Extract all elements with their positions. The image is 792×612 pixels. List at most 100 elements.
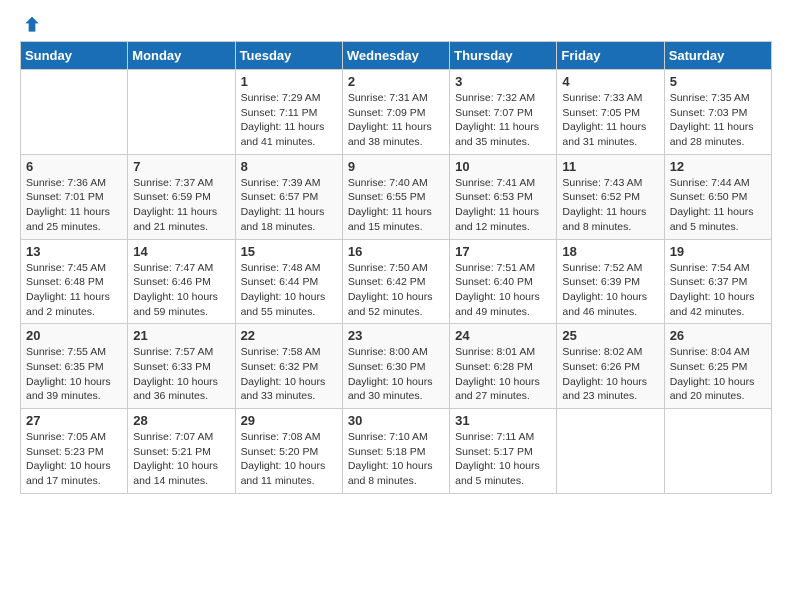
day-number: 28 [133, 413, 229, 428]
calendar-cell: 26 Sunrise: 8:04 AMSunset: 6:25 PMDayligh… [664, 324, 771, 409]
day-info: Sunrise: 7:07 AMSunset: 5:21 PMDaylight:… [133, 430, 229, 489]
day-number: 4 [562, 74, 658, 89]
calendar-cell: 27 Sunrise: 7:05 AMSunset: 5:23 PMDayligh… [21, 409, 128, 494]
day-info: Sunrise: 7:52 AMSunset: 6:39 PMDaylight:… [562, 261, 658, 320]
day-info: Sunrise: 7:50 AMSunset: 6:42 PMDaylight:… [348, 261, 444, 320]
day-info: Sunrise: 7:44 AMSunset: 6:50 PMDaylight:… [670, 176, 766, 235]
day-info: Sunrise: 7:29 AMSunset: 7:11 PMDaylight:… [241, 91, 337, 150]
day-info: Sunrise: 7:31 AMSunset: 7:09 PMDaylight:… [348, 91, 444, 150]
day-number: 12 [670, 159, 766, 174]
day-info: Sunrise: 7:45 AMSunset: 6:48 PMDaylight:… [26, 261, 122, 320]
day-number: 30 [348, 413, 444, 428]
calendar-cell: 9 Sunrise: 7:40 AMSunset: 6:55 PMDaylight… [342, 154, 449, 239]
calendar-cell: 4 Sunrise: 7:33 AMSunset: 7:05 PMDaylight… [557, 70, 664, 155]
week-row: 27 Sunrise: 7:05 AMSunset: 5:23 PMDayligh… [21, 409, 772, 494]
day-info: Sunrise: 8:04 AMSunset: 6:25 PMDaylight:… [670, 345, 766, 404]
column-header-saturday: Saturday [664, 42, 771, 70]
day-number: 5 [670, 74, 766, 89]
calendar-cell: 25 Sunrise: 8:02 AMSunset: 6:26 PMDayligh… [557, 324, 664, 409]
calendar-cell: 10Sunrise: 7:41 AMSunset: 6:53 PMDayligh… [450, 154, 557, 239]
calendar-cell: 2 Sunrise: 7:31 AMSunset: 7:09 PMDaylight… [342, 70, 449, 155]
calendar-header: SundayMondayTuesdayWednesdayThursdayFrid… [21, 42, 772, 70]
week-row: 20 Sunrise: 7:55 AMSunset: 6:35 PMDayligh… [21, 324, 772, 409]
day-info: Sunrise: 7:11 AMSunset: 5:17 PMDaylight:… [455, 430, 551, 489]
day-info: Sunrise: 7:43 AMSunset: 6:52 PMDaylight:… [562, 176, 658, 235]
day-number: 15 [241, 244, 337, 259]
day-number: 24 [455, 328, 551, 343]
day-number: 20 [26, 328, 122, 343]
calendar-cell [128, 70, 235, 155]
calendar-cell: 8 Sunrise: 7:39 AMSunset: 6:57 PMDaylight… [235, 154, 342, 239]
day-info: Sunrise: 7:54 AMSunset: 6:37 PMDaylight:… [670, 261, 766, 320]
day-info: Sunrise: 7:57 AMSunset: 6:33 PMDaylight:… [133, 345, 229, 404]
day-number: 14 [133, 244, 229, 259]
calendar-cell: 19 Sunrise: 7:54 AMSunset: 6:37 PMDayligh… [664, 239, 771, 324]
calendar-cell: 14 Sunrise: 7:47 AMSunset: 6:46 PMDayligh… [128, 239, 235, 324]
day-number: 31 [455, 413, 551, 428]
calendar-cell: 29 Sunrise: 7:08 AMSunset: 5:20 PMDayligh… [235, 409, 342, 494]
day-info: Sunrise: 7:35 AMSunset: 7:03 PMDaylight:… [670, 91, 766, 150]
day-info: Sunrise: 7:40 AMSunset: 6:55 PMDaylight:… [348, 176, 444, 235]
calendar-cell [664, 409, 771, 494]
day-number: 8 [241, 159, 337, 174]
calendar-cell: 6Sunrise: 7:36 AMSunset: 7:01 PMDaylight… [21, 154, 128, 239]
day-info: Sunrise: 7:08 AMSunset: 5:20 PMDaylight:… [241, 430, 337, 489]
day-number: 16 [348, 244, 444, 259]
calendar-cell: 1 Sunrise: 7:29 AMSunset: 7:11 PMDaylight… [235, 70, 342, 155]
day-number: 7 [133, 159, 229, 174]
logo-icon [22, 15, 42, 35]
day-number: 29 [241, 413, 337, 428]
day-number: 6 [26, 159, 122, 174]
day-info: Sunrise: 7:51 AMSunset: 6:40 PMDaylight:… [455, 261, 551, 320]
day-info: Sunrise: 7:55 AMSunset: 6:35 PMDaylight:… [26, 345, 122, 404]
column-header-sunday: Sunday [21, 42, 128, 70]
calendar-cell: 3Sunrise: 7:32 AMSunset: 7:07 PMDaylight… [450, 70, 557, 155]
calendar-cell: 21Sunrise: 7:57 AMSunset: 6:33 PMDayligh… [128, 324, 235, 409]
calendar-cell: 5 Sunrise: 7:35 AMSunset: 7:03 PMDaylight… [664, 70, 771, 155]
page-header [20, 15, 772, 31]
calendar-cell: 24 Sunrise: 8:01 AMSunset: 6:28 PMDayligh… [450, 324, 557, 409]
day-number: 17 [455, 244, 551, 259]
day-info: Sunrise: 7:05 AMSunset: 5:23 PMDaylight:… [26, 430, 122, 489]
column-header-thursday: Thursday [450, 42, 557, 70]
calendar-table: SundayMondayTuesdayWednesdayThursdayFrid… [20, 41, 772, 494]
calendar-cell: 7 Sunrise: 7:37 AMSunset: 6:59 PMDaylight… [128, 154, 235, 239]
calendar-cell: 12 Sunrise: 7:44 AMSunset: 6:50 PMDayligh… [664, 154, 771, 239]
week-row: 6Sunrise: 7:36 AMSunset: 7:01 PMDaylight… [21, 154, 772, 239]
calendar-cell [21, 70, 128, 155]
day-number: 27 [26, 413, 122, 428]
day-number: 26 [670, 328, 766, 343]
calendar-cell: 20 Sunrise: 7:55 AMSunset: 6:35 PMDayligh… [21, 324, 128, 409]
day-number: 23 [348, 328, 444, 343]
page-container: SundayMondayTuesdayWednesdayThursdayFrid… [0, 0, 792, 509]
day-info: Sunrise: 8:01 AMSunset: 6:28 PMDaylight:… [455, 345, 551, 404]
day-number: 1 [241, 74, 337, 89]
calendar-cell: 13 Sunrise: 7:45 AMSunset: 6:48 PMDayligh… [21, 239, 128, 324]
day-number: 11 [562, 159, 658, 174]
day-number: 2 [348, 74, 444, 89]
day-info: Sunrise: 7:39 AMSunset: 6:57 PMDaylight:… [241, 176, 337, 235]
calendar-cell: 18 Sunrise: 7:52 AMSunset: 6:39 PMDayligh… [557, 239, 664, 324]
calendar-body: 1 Sunrise: 7:29 AMSunset: 7:11 PMDaylight… [21, 70, 772, 494]
day-number: 19 [670, 244, 766, 259]
day-number: 25 [562, 328, 658, 343]
header-row: SundayMondayTuesdayWednesdayThursdayFrid… [21, 42, 772, 70]
day-number: 13 [26, 244, 122, 259]
day-info: Sunrise: 7:48 AMSunset: 6:44 PMDaylight:… [241, 261, 337, 320]
calendar-cell [557, 409, 664, 494]
day-info: Sunrise: 8:00 AMSunset: 6:30 PMDaylight:… [348, 345, 444, 404]
day-info: Sunrise: 7:37 AMSunset: 6:59 PMDaylight:… [133, 176, 229, 235]
day-info: Sunrise: 7:33 AMSunset: 7:05 PMDaylight:… [562, 91, 658, 150]
day-info: Sunrise: 7:41 AMSunset: 6:53 PMDaylight:… [455, 176, 551, 235]
week-row: 13 Sunrise: 7:45 AMSunset: 6:48 PMDayligh… [21, 239, 772, 324]
calendar-cell: 30Sunrise: 7:10 AMSunset: 5:18 PMDayligh… [342, 409, 449, 494]
column-header-tuesday: Tuesday [235, 42, 342, 70]
calendar-cell: 31 Sunrise: 7:11 AMSunset: 5:17 PMDayligh… [450, 409, 557, 494]
column-header-monday: Monday [128, 42, 235, 70]
calendar-cell: 15 Sunrise: 7:48 AMSunset: 6:44 PMDayligh… [235, 239, 342, 324]
day-info: Sunrise: 8:02 AMSunset: 6:26 PMDaylight:… [562, 345, 658, 404]
day-number: 18 [562, 244, 658, 259]
day-info: Sunrise: 7:47 AMSunset: 6:46 PMDaylight:… [133, 261, 229, 320]
day-number: 9 [348, 159, 444, 174]
logo [20, 15, 42, 31]
